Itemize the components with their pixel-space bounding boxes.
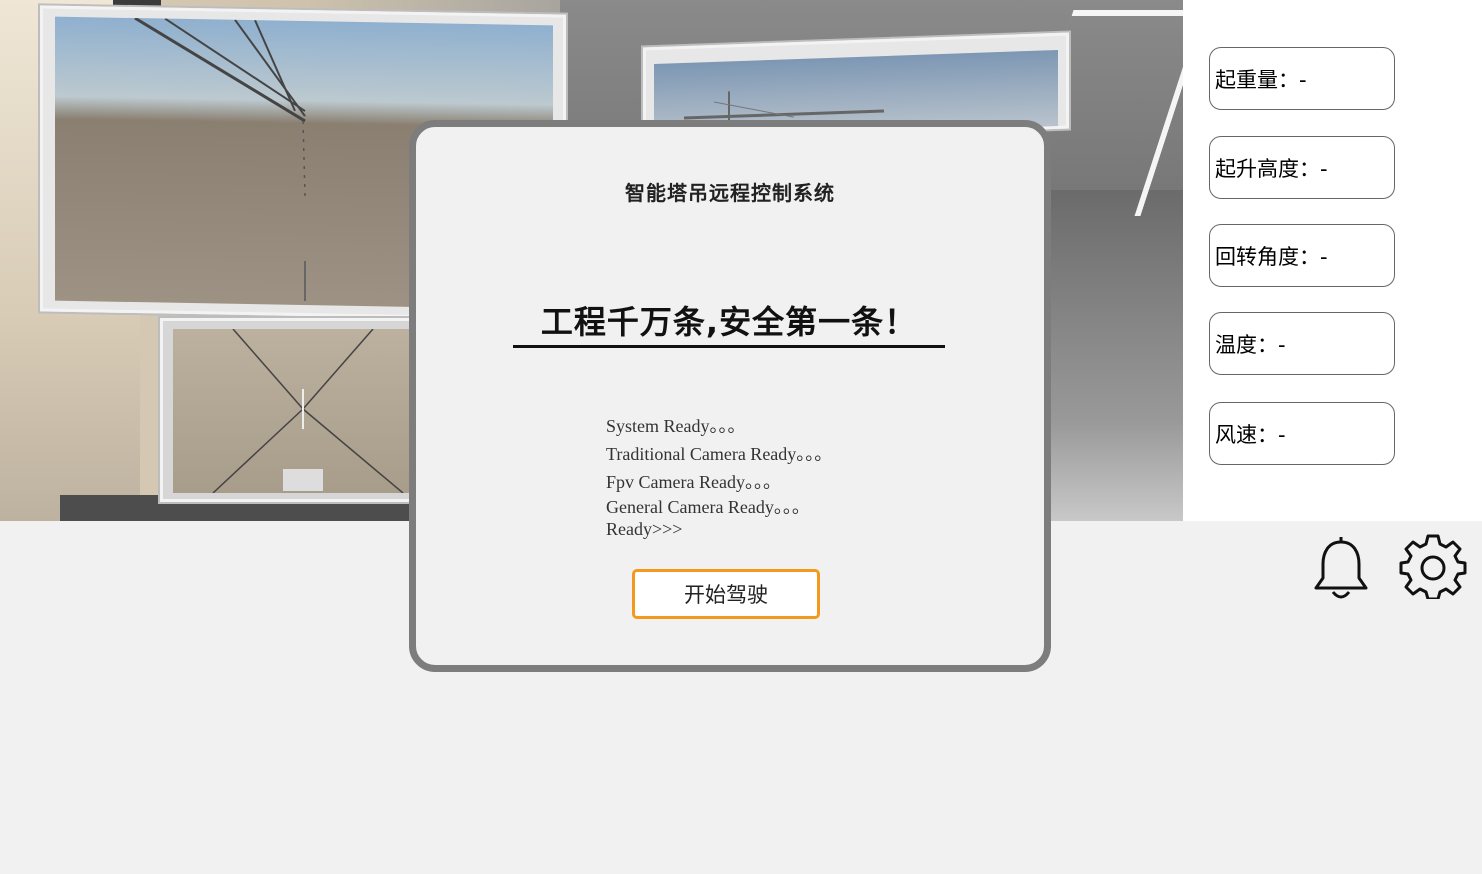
status-general-camera: General Camera Ready。。。 <box>606 497 810 517</box>
safety-slogan: 工程千万条,安全第一条！ <box>513 297 945 348</box>
gear-icon[interactable] <box>1398 533 1468 601</box>
welcome-dialog: 智能塔吊远程控制系统 工程千万条,安全第一条！ System Ready。。。 … <box>409 120 1051 672</box>
status-traditional-camera: Traditional Camera Ready。。。 <box>606 444 833 464</box>
lifting-weight-field: 起重量：- <box>1209 47 1395 110</box>
system-title: 智能塔吊远程控制系统 <box>625 181 835 205</box>
status-ready: Ready>>> <box>606 519 683 539</box>
camera-feed-fpv <box>173 329 417 493</box>
status-fpv-camera: Fpv Camera Ready。。。 <box>606 472 781 492</box>
sensor-info-panel: 起重量：- 起升高度：- 回转角度：- 温度：- 风速：- <box>1183 0 1482 521</box>
slewing-angle-field: 回转角度：- <box>1209 224 1395 287</box>
start-driving-button[interactable]: 开始驾驶 <box>632 569 820 619</box>
startup-status-list: System Ready。。。 Traditional Camera Ready… <box>606 413 906 541</box>
hook-view-graphic <box>212 329 404 493</box>
camera-monitor-fpv <box>160 318 426 502</box>
lifting-height-field: 起升高度：- <box>1209 136 1395 199</box>
wind-speed-field: 风速：- <box>1209 402 1395 465</box>
scene-wall-shadow <box>1050 190 1183 521</box>
status-system: System Ready。。。 <box>606 416 746 436</box>
bell-icon[interactable] <box>1312 536 1370 602</box>
temperature-field: 温度：- <box>1209 312 1395 375</box>
